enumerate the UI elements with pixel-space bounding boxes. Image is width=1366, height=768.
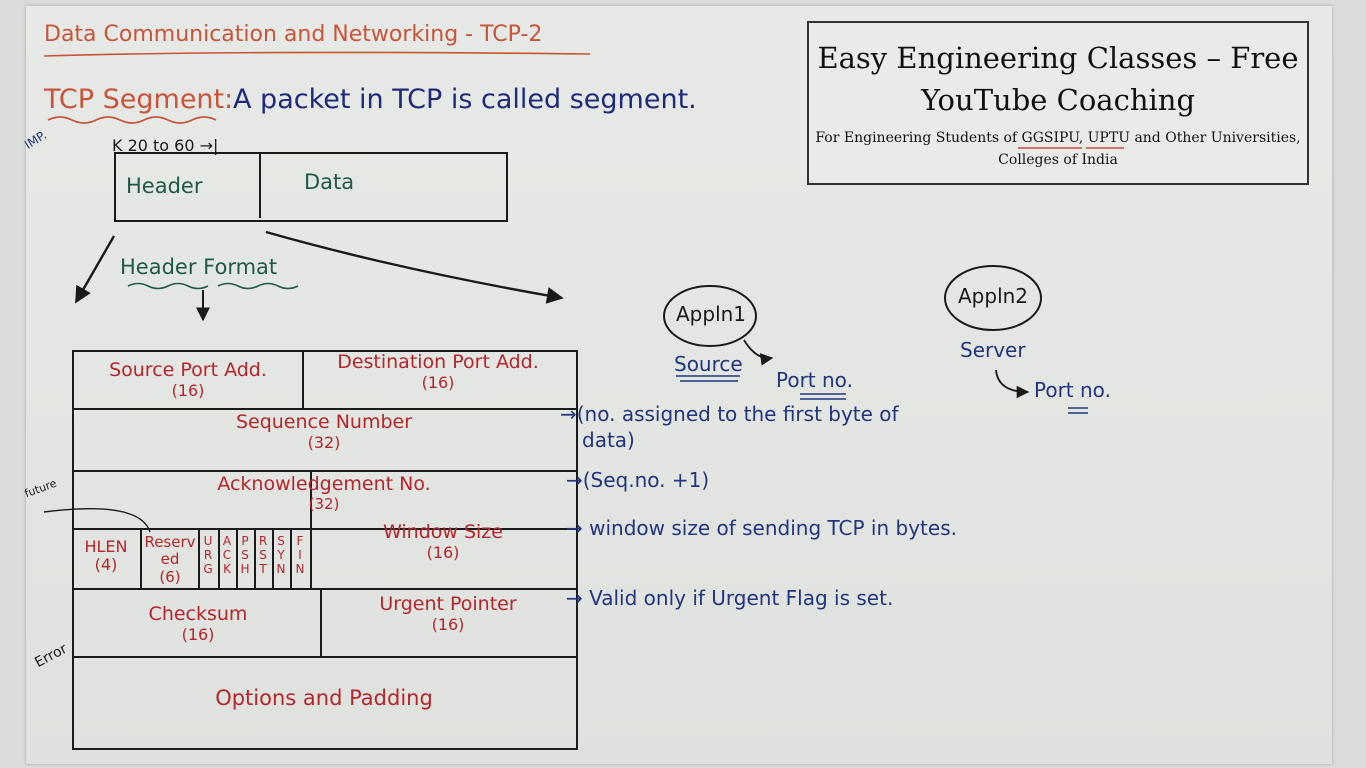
handwriting-strokes [43,51,1124,533]
